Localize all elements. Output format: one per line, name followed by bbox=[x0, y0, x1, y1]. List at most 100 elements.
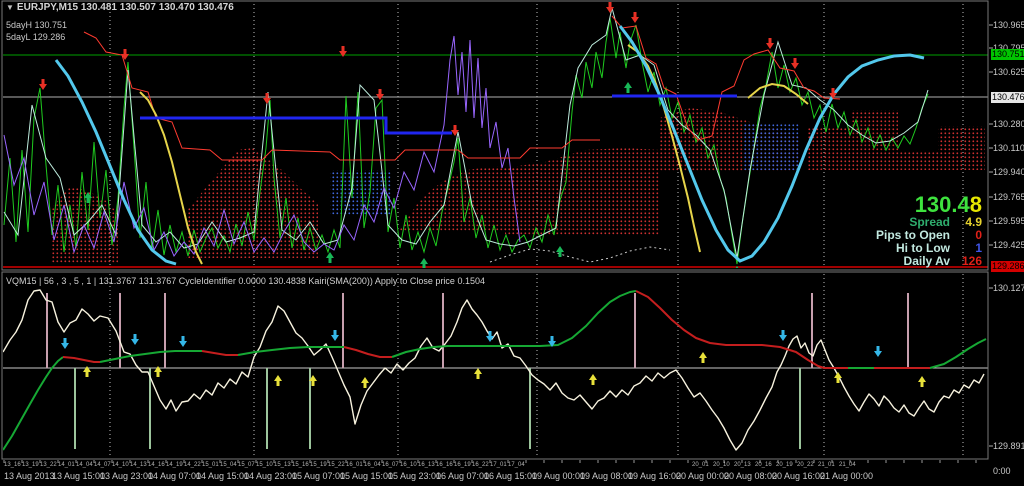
date-time-label: 15 Aug 07:00 bbox=[292, 471, 345, 481]
cycle-red-1 bbox=[63, 357, 100, 362]
sell-arrow-icon bbox=[61, 338, 69, 349]
minor-time-label: 15_01 bbox=[202, 462, 219, 468]
date-time-label: 20 Aug 16:00 bbox=[772, 471, 825, 481]
kijun-blue-left bbox=[140, 118, 452, 133]
cycle-red-2 bbox=[202, 351, 238, 355]
date-time-label: 16 Aug 15:00 bbox=[484, 471, 537, 481]
info-label: Spread bbox=[909, 215, 950, 229]
minor-time-label: 16_19 bbox=[454, 462, 471, 468]
price-tick-label: 129.425 bbox=[993, 240, 1024, 250]
price-tick-label: 130.965 bbox=[993, 20, 1024, 30]
minor-time-label: 13_22 bbox=[40, 462, 57, 468]
sell-arrow-icon bbox=[179, 336, 187, 347]
sell-arrow-icon bbox=[766, 38, 774, 49]
date-time-label: 16 Aug 07:00 bbox=[436, 471, 489, 481]
price-info-overlay: 130.48 Spread4.9Pips to Open0Hi to Low1D… bbox=[876, 194, 982, 268]
info-label: Daily Av bbox=[904, 254, 950, 268]
sell-arrow-icon bbox=[131, 334, 139, 345]
date-time-label: 19 Aug 08:00 bbox=[580, 471, 633, 481]
indicator-info-row: Daily Av126 bbox=[876, 255, 982, 268]
minor-time-label: 14_19 bbox=[166, 462, 183, 468]
sell-arrow-icon bbox=[376, 89, 384, 100]
minor-time-label: 14_01 bbox=[58, 462, 75, 468]
date-time-label: 19 Aug 00:00 bbox=[532, 471, 585, 481]
buy-arrow-icon bbox=[699, 352, 707, 363]
cycle-green-1 bbox=[3, 357, 63, 450]
minor-time-label: 17_04 bbox=[508, 462, 525, 468]
minor-time-label: 20_13 bbox=[734, 462, 751, 468]
buy-arrow-icon bbox=[624, 82, 632, 93]
minor-time-label: 17_01 bbox=[490, 462, 507, 468]
cycle-red-3 bbox=[344, 347, 392, 357]
sell-arrow-icon bbox=[791, 58, 799, 69]
date-time-label: 21 Aug 00:00 bbox=[820, 471, 873, 481]
minor-time-label: 13_16 bbox=[4, 462, 21, 468]
dotted-white-curve bbox=[490, 247, 670, 262]
indicator-header: VQM15 | 56 , 3 , 5 , 1 | 131.3767 131.37… bbox=[6, 276, 485, 286]
minor-time-label: 14_07 bbox=[94, 462, 111, 468]
price-tick-label: 130.280 bbox=[993, 119, 1024, 129]
sell-arrow-icon bbox=[331, 330, 339, 341]
minor-time-label: 21_04 bbox=[839, 462, 856, 468]
minor-time-label: 16_07 bbox=[382, 462, 399, 468]
date-time-label: 15 Aug 15:00 bbox=[340, 471, 393, 481]
minor-time-label: 14_16 bbox=[148, 462, 165, 468]
cycle-red-4 bbox=[636, 291, 848, 368]
date-time-label: 20 Aug 00:00 bbox=[676, 471, 729, 481]
minor-time-label: 15_04 bbox=[220, 462, 237, 468]
minor-time-label: 14_13 bbox=[130, 462, 147, 468]
price-highlight-badge: 130.751 bbox=[991, 49, 1024, 60]
price-tick-label: 130.110 bbox=[993, 143, 1024, 153]
minor-time-label: 13_19 bbox=[22, 462, 39, 468]
cycle-green-6 bbox=[930, 339, 986, 368]
minor-time-label: 16_22 bbox=[472, 462, 489, 468]
minor-time-label: 20_19 bbox=[776, 462, 793, 468]
five-day-high-label: 5dayH 130.751 bbox=[6, 20, 67, 30]
minor-time-label: 15_07 bbox=[238, 462, 255, 468]
sell-arrow-icon bbox=[486, 331, 494, 342]
sell-arrow-icon bbox=[121, 49, 129, 60]
minor-time-label: 14_22 bbox=[184, 462, 201, 468]
indicator-tick-label: 129.8917 bbox=[993, 441, 1024, 451]
minor-time-label: 14_04 bbox=[76, 462, 93, 468]
collapse-triangle-icon[interactable]: ▼ bbox=[6, 3, 14, 12]
price-highlight-badge: 129.286 bbox=[991, 261, 1024, 272]
date-time-label: 20 Aug 08:00 bbox=[724, 471, 777, 481]
price-tick-label: 129.595 bbox=[993, 216, 1024, 226]
minor-time-label: 15_16 bbox=[292, 462, 309, 468]
price-tick-label: 129.765 bbox=[993, 192, 1024, 202]
price-axis[interactable]: 130.965130.795130.625130.280130.110129.9… bbox=[991, 0, 1024, 486]
sell-arrow-icon bbox=[631, 12, 639, 23]
five-day-low-label: 5dayL 129.286 bbox=[6, 32, 65, 42]
buy-arrow-icon bbox=[361, 377, 369, 388]
info-label: Hi to Low bbox=[896, 241, 950, 255]
minor-time-label: 16_16 bbox=[436, 462, 453, 468]
minor-time-label: 15_22 bbox=[328, 462, 345, 468]
indicator-tick-label: 130.1277 bbox=[993, 283, 1024, 293]
main-chart-drawing bbox=[3, 2, 988, 277]
minor-time-label: 16_04 bbox=[364, 462, 381, 468]
time-axis[interactable]: 13_1613_1913_2214_0114_0414_0714_1014_13… bbox=[0, 459, 990, 486]
chart-canvas[interactable] bbox=[0, 0, 1024, 486]
minor-time-label: 21_01 bbox=[818, 462, 835, 468]
price-tick-label: 130.625 bbox=[993, 67, 1024, 77]
minor-time-label: 15_19 bbox=[310, 462, 327, 468]
minor-time-label: 15_10 bbox=[256, 462, 273, 468]
chart-title: ▼EURJPY,M15 130.481 130.507 130.470 130.… bbox=[6, 2, 234, 13]
sell-arrow-icon bbox=[874, 346, 882, 357]
buy-arrow-icon bbox=[326, 252, 334, 263]
minor-time-label: 15_13 bbox=[274, 462, 291, 468]
minor-time-label: 20_16 bbox=[755, 462, 772, 468]
date-time-label: 15 Aug 23:00 bbox=[388, 471, 441, 481]
mt4-chart-window: ▼EURJPY,M15 130.481 130.507 130.470 130.… bbox=[0, 0, 1024, 486]
minor-time-label: 20_01 bbox=[692, 462, 709, 468]
date-time-label: 13 Aug 23:00 bbox=[100, 471, 153, 481]
minor-time-label: 16_01 bbox=[346, 462, 363, 468]
date-time-label: 13 Aug 2013 bbox=[4, 471, 55, 481]
indicator-chart-drawing bbox=[3, 290, 988, 450]
minor-time-label: 16_10 bbox=[400, 462, 417, 468]
buy-arrow-icon bbox=[274, 375, 282, 386]
cycle-green-2 bbox=[100, 351, 202, 362]
date-time-label: 14 Aug 07:00 bbox=[148, 471, 201, 481]
minor-time-label: 16_13 bbox=[418, 462, 435, 468]
